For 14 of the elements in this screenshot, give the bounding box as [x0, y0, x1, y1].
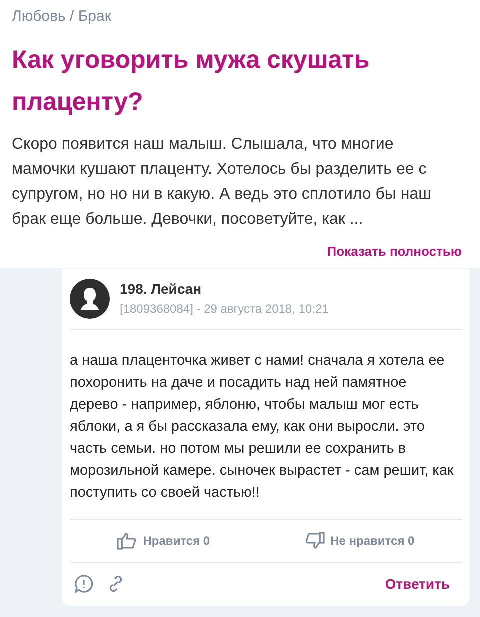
question-text: Скоро появится наш малыш. Слышала, что многие мамочки кушают плаценту. Хотелось бы разделить ее с супругом, но но ни в какую. А ведь это сплотило бы наш брак еще больше. Девочки, посоветуйте, как ...: [12, 135, 432, 230]
thumbs-up-icon: [117, 532, 138, 550]
question-title: Как уговорить мужа скушать плаценту?: [12, 45, 371, 118]
like-button[interactable]: Нравится 0: [117, 532, 210, 550]
comment-text: а наша плаценточка живет с нами! сначала я хотела ее похоронить на даче и посадить над ней памятное дерево - например, яблоню, чтобы малыш мог есть яблоки, а я бы рассказала ему, как они выросли. это часть семьи. но потом мы решили ее сохранить в морозильной камере. сыночек вырастет - сам решит, как поступить со своей частью!!: [70, 352, 455, 502]
report-icon[interactable]: [74, 574, 94, 594]
comment-meta: [1809368084] - 29 августа 2018, 10:21: [120, 300, 329, 318]
dislike-button[interactable]: Не нравится 0: [304, 532, 415, 550]
avatar-icon: [70, 278, 110, 318]
show-full-link[interactable]: Показать полностью: [327, 242, 462, 262]
thumbs-down-icon: [304, 532, 325, 550]
author-name: 198. Лейсан: [120, 280, 203, 298]
reply-button[interactable]: Ответить: [385, 574, 450, 594]
breadcrumb[interactable]: Любовь / Брак: [12, 7, 468, 27]
